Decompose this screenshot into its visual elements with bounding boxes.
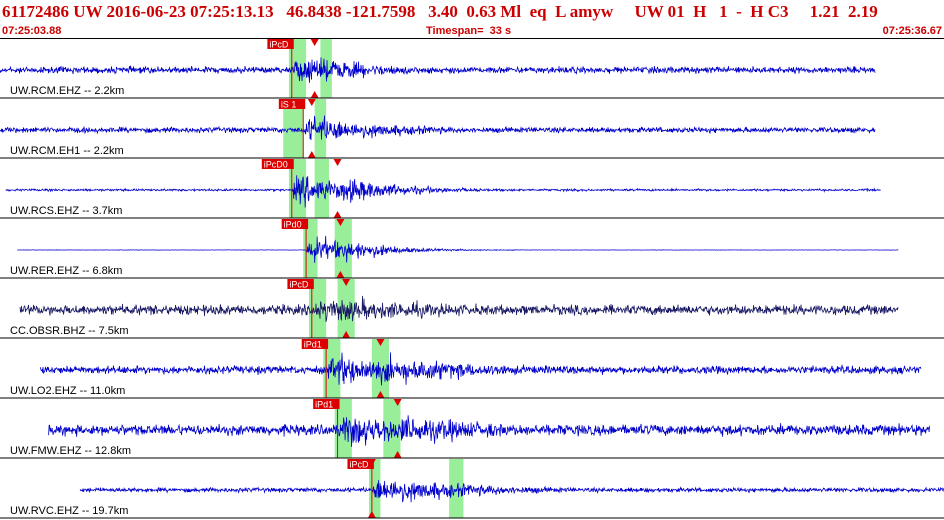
- end-time: 07:25:36.67: [882, 25, 942, 37]
- trace-panel: iPd1 UW.LO2.EHZ -- 11.0km: [0, 339, 944, 399]
- event-title: 61172486 UW 2016-06-23 07:25:13.13 46.84…: [2, 2, 878, 21]
- s-pick-marker-bottom: [310, 91, 319, 98]
- start-time: 07:25:03.88: [2, 25, 62, 37]
- station-label: UW.FMW.EHZ -- 12.8km: [10, 445, 131, 457]
- s-pick-marker-bottom: [333, 211, 342, 218]
- pick-label: iPcD: [269, 40, 289, 50]
- pick-label: iPcD: [289, 280, 309, 290]
- s-pick-marker: [307, 99, 316, 106]
- trace-panel: iS 1 UW.RCM.EH1 -- 2.2km: [0, 99, 944, 159]
- pick-label: iPcD: [349, 460, 369, 470]
- timespan-label: Timespan= 33 s: [426, 25, 512, 37]
- station-label: UW.RCS.EHZ -- 3.7km: [10, 205, 122, 217]
- pick-label: iPcD0: [264, 160, 288, 170]
- pick-label: iPd0: [284, 220, 302, 230]
- pick-label: iPd1: [304, 340, 322, 350]
- station-label: UW.RER.EHZ -- 6.8km: [10, 265, 122, 277]
- waveform-trace: [39, 352, 922, 386]
- s-pick-marker-bottom: [307, 151, 316, 158]
- station-label: UW.RCM.EH1 -- 2.2km: [10, 145, 124, 157]
- seismogram-plot[interactable]: iPcD UW.RCM.EHZ -- 2.2km iS 1 UW.RCM.EH1 --…: [0, 38, 944, 520]
- waveform-trace: [17, 235, 899, 263]
- trace-panel: iPd0 UW.RER.EHZ -- 6.8km: [0, 219, 944, 279]
- waveform-trace: [0, 57, 876, 83]
- station-label: CC.OBSR.BHZ -- 7.5km: [10, 325, 129, 337]
- trace-panel: iPcD CC.OBSR.BHZ -- 7.5km: [0, 279, 944, 339]
- station-label: UW.LO2.EHZ -- 11.0km: [10, 385, 125, 397]
- trace-panel: iPd1 UW.FMW.EHZ -- 12.8km: [0, 399, 944, 459]
- waveform-trace: [48, 415, 930, 447]
- station-label: UW.RCM.EHZ -- 2.2km: [10, 85, 124, 97]
- station-label: UW.RVC.EHZ -- 19.7km: [10, 505, 128, 517]
- waveform-trace: [19, 295, 899, 322]
- s-pick-marker: [310, 39, 319, 46]
- waveform-trace: [0, 115, 876, 141]
- pick-label: iS 1: [281, 100, 297, 110]
- trace-panel: iPcD UW.RCM.EHZ -- 2.2km: [0, 39, 944, 99]
- trace-panel: iPcD0 UW.RCS.EHZ -- 3.7km: [0, 159, 944, 219]
- waveform-trace: [79, 480, 944, 503]
- trace-panel: iPcD UW.RVC.EHZ -- 19.7km: [0, 459, 944, 519]
- pick-label: iPd1: [315, 400, 333, 410]
- s-pick-marker: [333, 159, 342, 166]
- waveform-trace: [5, 175, 881, 208]
- header: 61172486 UW 2016-06-23 07:25:13.13 46.84…: [0, 0, 944, 40]
